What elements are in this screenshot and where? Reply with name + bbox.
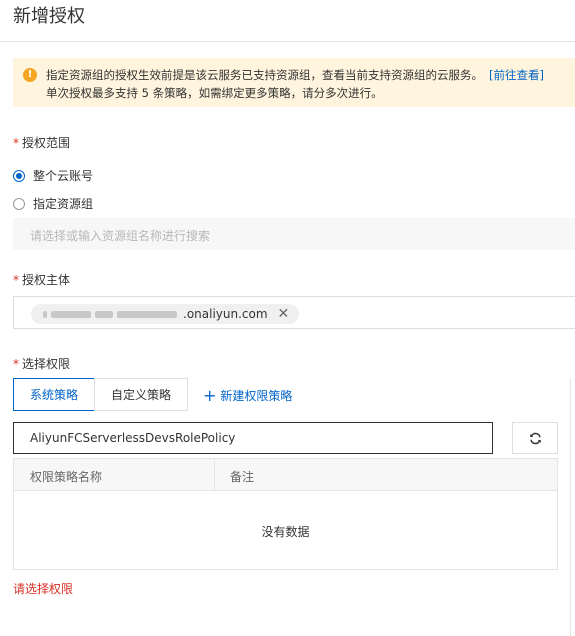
policy-table: 权限策略名称 备注 没有数据 [13, 458, 558, 570]
new-policy-link[interactable]: + 新建权限策略 [203, 387, 292, 404]
redacted-segment [43, 310, 47, 318]
radio-button[interactable] [13, 197, 25, 210]
principal-tag: .onaliyun.com ✕ [31, 304, 300, 324]
principal-domain: .onaliyun.com [183, 307, 268, 321]
go-view-link[interactable]: [前往查看] [489, 68, 544, 82]
column-header-note: 备注 [230, 470, 255, 484]
close-icon[interactable]: ✕ [278, 307, 290, 321]
notice-banner: ! 指定资源组的授权生效前提是该云服务已支持资源组，查看当前支持资源组的云服务。… [13, 58, 575, 107]
radio-entire-account[interactable]: 整个云账号 [13, 167, 93, 184]
policy-search-input[interactable] [13, 422, 493, 454]
resource-group-select[interactable]: 请选择或输入资源组名称进行搜索 [13, 218, 575, 250]
validation-error: 请选择权限 [13, 582, 74, 596]
panel-divider [570, 378, 571, 636]
scope-label: * 授权范围 [13, 134, 70, 151]
principal-select[interactable]: .onaliyun.com ✕ [13, 296, 575, 329]
radio-resource-group[interactable]: 指定资源组 [13, 195, 93, 212]
warning-icon: ! [23, 68, 37, 82]
refresh-button[interactable] [512, 422, 558, 454]
column-header-policy-name: 权限策略名称 [30, 470, 103, 484]
empty-state-text: 没有数据 [261, 525, 310, 539]
radio-label-entire-account: 整个云账号 [33, 169, 94, 183]
title-divider [0, 41, 575, 42]
required-mark: * [13, 273, 19, 287]
redacted-segment [95, 310, 113, 318]
radio-label-resource-group: 指定资源组 [33, 197, 94, 211]
notice-line-1: 指定资源组的授权生效前提是该云服务已支持资源组，查看当前支持资源组的云服务。 [前… [46, 67, 544, 83]
page-title: 新增授权 [13, 6, 85, 27]
redacted-segment [117, 310, 177, 318]
permissions-label-text: 选择权限 [22, 357, 71, 371]
scope-label-text: 授权范围 [22, 136, 71, 150]
notice-line-2: 单次授权最多支持 5 条策略，如需绑定更多策略，请分多次进行。 [46, 86, 383, 100]
principal-label-text: 授权主体 [22, 273, 71, 287]
tab-system-policy[interactable]: 系统策略 [13, 378, 95, 411]
plus-icon: + [203, 385, 217, 405]
redacted-segment [51, 310, 91, 318]
resource-group-placeholder: 请选择或输入资源组名称进行搜索 [30, 229, 211, 243]
refresh-icon [529, 432, 541, 444]
principal-label: * 授权主体 [13, 271, 70, 288]
table-header: 权限策略名称 备注 [14, 459, 557, 491]
new-policy-label: 新建权限策略 [220, 389, 293, 403]
tab-custom-policy[interactable]: 自定义策略 [94, 378, 188, 411]
required-mark: * [13, 357, 19, 371]
notice-text: 指定资源组的授权生效前提是该云服务已支持资源组，查看当前支持资源组的云服务。 [46, 68, 483, 82]
column-divider [214, 459, 215, 490]
required-mark: * [13, 136, 19, 150]
permissions-label: * 选择权限 [13, 355, 70, 372]
radio-button-checked[interactable] [13, 169, 25, 182]
